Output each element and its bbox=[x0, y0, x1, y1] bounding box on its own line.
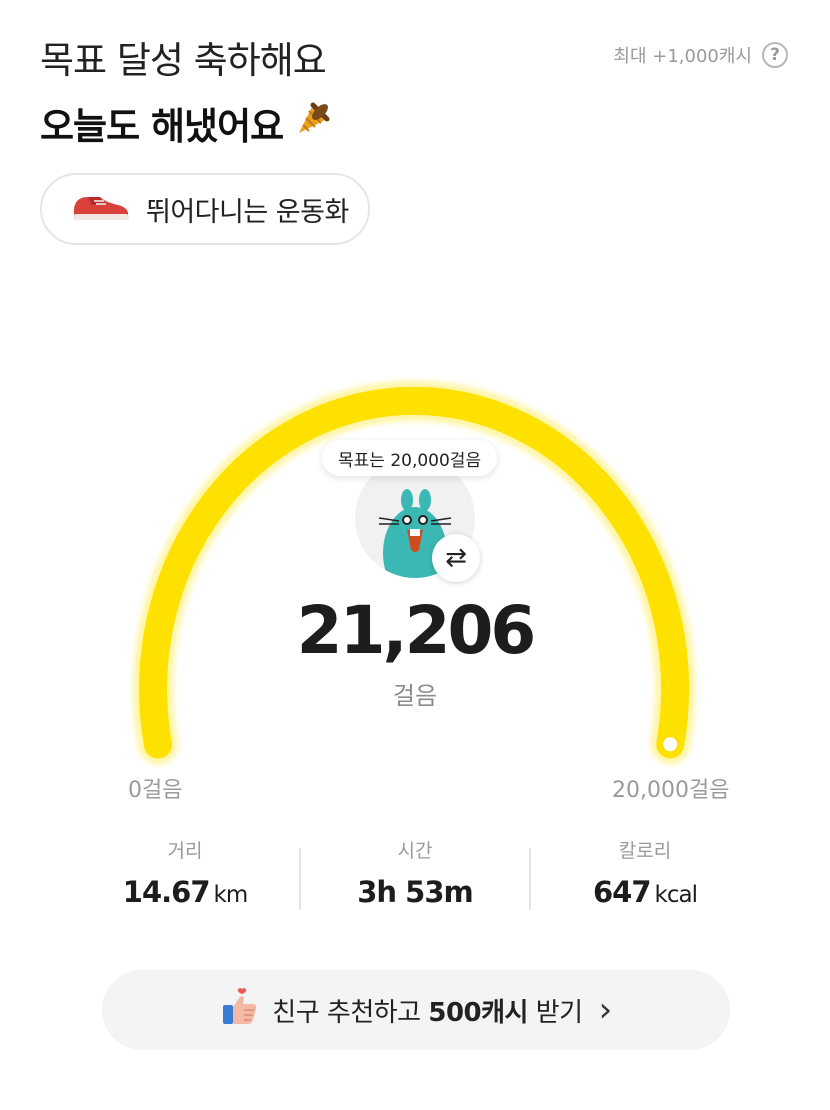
equipped-item-label: 뛰어다니는 운동화 bbox=[146, 196, 349, 228]
equipped-item-chip[interactable]: 뛰어다니는 운동화 bbox=[40, 173, 370, 245]
stat-distance-unit: km bbox=[213, 882, 249, 908]
gauge-max-label: 20,000걸음 bbox=[612, 778, 730, 803]
page-title: 목표 달성 축하해요 bbox=[40, 39, 327, 82]
stat-time-value: 3h 53m bbox=[357, 875, 474, 909]
referral-button[interactable]: 친구 추천하고 500캐시 받기 › bbox=[102, 970, 730, 1050]
max-reward-label: 최대 +1,000캐시 bbox=[613, 46, 752, 67]
stat-distance-value: 14.67 bbox=[122, 875, 211, 909]
gauge-min-label: 0걸음 bbox=[128, 778, 183, 803]
sneaker-icon bbox=[70, 189, 132, 230]
subtitle-text: 오늘도 해냈어요 bbox=[40, 105, 284, 148]
referral-text-pre: 친구 추천하고 bbox=[272, 997, 429, 1028]
party-horn-icon bbox=[293, 99, 333, 148]
thumbs-up-icon bbox=[220, 987, 260, 1034]
goal-tooltip: 목표는 20,000걸음 bbox=[322, 440, 498, 476]
stat-calories: 칼로리 647 kcal bbox=[530, 836, 760, 909]
stat-distance-label: 거리 bbox=[167, 840, 203, 862]
stat-distance: 거리 14.67 km bbox=[70, 836, 300, 909]
step-count: 21,206 bbox=[296, 592, 537, 669]
referral-label: 친구 추천하고 500캐시 받기 bbox=[272, 992, 583, 1029]
max-reward-info[interactable]: 최대 +1,000캐시 ? bbox=[613, 42, 788, 68]
chevron-right-icon: › bbox=[598, 990, 613, 1030]
referral-text-post: 받기 bbox=[527, 997, 583, 1028]
step-count-unit: 걸음 bbox=[392, 682, 438, 710]
stat-calories-label: 칼로리 bbox=[618, 840, 672, 862]
stat-distance-value-row: 14.67 km bbox=[70, 875, 300, 909]
stat-calories-value: 647 bbox=[593, 875, 652, 909]
page-subtitle: 오늘도 해냈어요 bbox=[40, 96, 333, 150]
stat-calories-value-row: 647 kcal bbox=[530, 875, 760, 909]
gauge-end-marker bbox=[663, 737, 678, 752]
referral-reward: 500캐시 bbox=[428, 997, 528, 1028]
help-icon[interactable]: ? bbox=[762, 42, 788, 68]
swap-arrows-icon[interactable]: ⇄ bbox=[432, 534, 480, 582]
stat-time: 시간 3h 53m bbox=[300, 836, 530, 909]
stat-time-label: 시간 bbox=[397, 840, 433, 862]
stat-calories-unit: kcal bbox=[654, 882, 698, 908]
